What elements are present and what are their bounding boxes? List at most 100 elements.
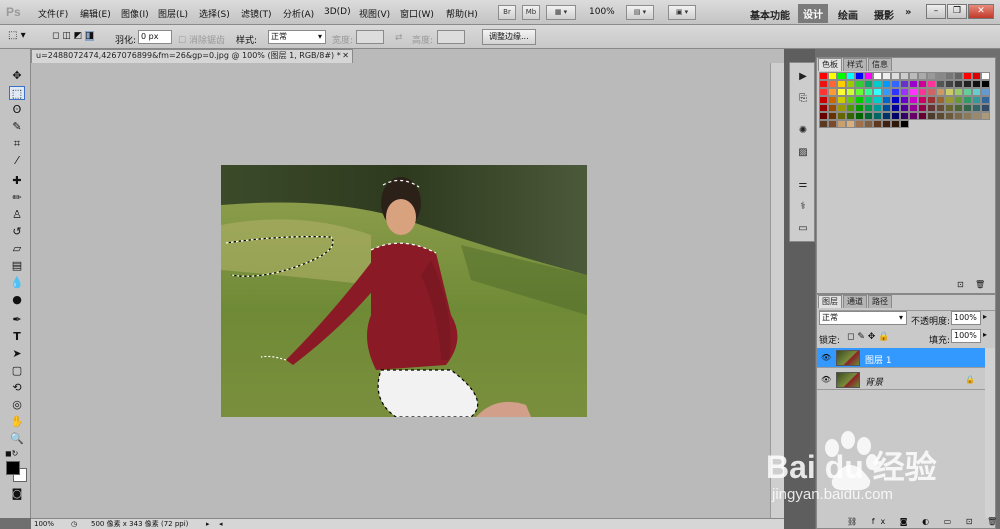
- swatch[interactable]: [855, 112, 864, 120]
- marquee-tool-preset-icon[interactable]: ⬚ ▾: [8, 30, 26, 41]
- swatch[interactable]: [837, 80, 846, 88]
- swatch[interactable]: [918, 88, 927, 96]
- scroll-left-icon[interactable]: ◂: [219, 519, 223, 529]
- tab-layers[interactable]: 图层: [818, 295, 842, 308]
- zoom-icon[interactable]: 🔍: [9, 432, 25, 446]
- visibility-eye-icon[interactable]: 👁: [821, 353, 831, 362]
- swatch[interactable]: [909, 80, 918, 88]
- swatch[interactable]: [900, 120, 909, 128]
- swatch[interactable]: [963, 96, 972, 104]
- swatch[interactable]: [891, 88, 900, 96]
- swatch[interactable]: [846, 112, 855, 120]
- history-brush-icon[interactable]: ↺: [9, 225, 25, 239]
- swatch[interactable]: [819, 80, 828, 88]
- swatch[interactable]: [891, 120, 900, 128]
- tab-swatches[interactable]: 色板: [818, 58, 842, 71]
- menu-help[interactable]: 帮助(H): [446, 7, 478, 20]
- swatch[interactable]: [819, 72, 828, 80]
- swatch[interactable]: [864, 88, 873, 96]
- swatch[interactable]: [864, 112, 873, 120]
- workspace-painting[interactable]: 绘画: [838, 7, 858, 22]
- swatch[interactable]: [891, 80, 900, 88]
- quick-mask-icon[interactable]: ◙: [9, 487, 25, 501]
- clone-source-icon[interactable]: ⚕: [795, 201, 811, 215]
- swatch[interactable]: [864, 104, 873, 112]
- restore-button[interactable]: ❐: [947, 4, 967, 19]
- swatch[interactable]: [927, 96, 936, 104]
- swatch[interactable]: [828, 104, 837, 112]
- path-selection-icon[interactable]: ➤: [9, 347, 25, 361]
- refine-edge-button[interactable]: 调整边缘...: [482, 29, 536, 45]
- swatch[interactable]: [855, 80, 864, 88]
- swatch[interactable]: [828, 120, 837, 128]
- swatch[interactable]: [837, 104, 846, 112]
- swatch[interactable]: [873, 112, 882, 120]
- type-icon[interactable]: T: [9, 330, 25, 344]
- bridge-button[interactable]: Br: [498, 5, 516, 20]
- swatch[interactable]: [972, 112, 981, 120]
- swatch[interactable]: [855, 104, 864, 112]
- swatch[interactable]: [981, 112, 990, 120]
- swatch[interactable]: [846, 72, 855, 80]
- swatch[interactable]: [972, 96, 981, 104]
- swatch[interactable]: [945, 72, 954, 80]
- swatch[interactable]: [900, 80, 909, 88]
- workspace-design[interactable]: 设计: [798, 4, 828, 23]
- layer-row-layer1[interactable]: 👁 图层 1: [817, 348, 985, 368]
- swatch[interactable]: [918, 104, 927, 112]
- swatch[interactable]: [954, 72, 963, 80]
- foreground-color-swatch[interactable]: [6, 461, 20, 475]
- swatch[interactable]: [981, 104, 990, 112]
- swatch[interactable]: [882, 120, 891, 128]
- swatch[interactable]: [945, 88, 954, 96]
- swatch[interactable]: [828, 96, 837, 104]
- swatch-grid[interactable]: [819, 72, 993, 136]
- swatch[interactable]: [909, 88, 918, 96]
- move-tool-icon[interactable]: ✥: [9, 69, 25, 83]
- swatch[interactable]: [873, 104, 882, 112]
- swatch[interactable]: [981, 88, 990, 96]
- swatch[interactable]: [963, 72, 972, 80]
- swatch[interactable]: [927, 72, 936, 80]
- status-menu-icon[interactable]: ◷: [71, 519, 77, 529]
- swatch[interactable]: [855, 120, 864, 128]
- swatch[interactable]: [918, 96, 927, 104]
- animation-panel-icon[interactable]: ▶: [795, 71, 811, 85]
- opacity-input[interactable]: 100%: [951, 311, 981, 325]
- swatch[interactable]: [927, 104, 936, 112]
- swatch[interactable]: [846, 120, 855, 128]
- swatch[interactable]: [846, 96, 855, 104]
- swatch[interactable]: [963, 88, 972, 96]
- swatch[interactable]: [900, 96, 909, 104]
- selection-mode-icons[interactable]: ◻ ◫ ◩ ◨: [52, 31, 94, 41]
- eraser-icon[interactable]: ▱: [9, 242, 25, 256]
- swatch[interactable]: [954, 96, 963, 104]
- swatch[interactable]: [963, 112, 972, 120]
- swatch[interactable]: [882, 80, 891, 88]
- swatch[interactable]: [954, 80, 963, 88]
- fill-input[interactable]: 100%: [951, 329, 981, 343]
- crop-icon[interactable]: ⌗: [9, 137, 25, 151]
- swatch[interactable]: [891, 104, 900, 112]
- minimize-button[interactable]: –: [926, 4, 946, 19]
- navigator-panel-icon[interactable]: ▨: [795, 147, 811, 161]
- lock-icons[interactable]: ◻ ✎ ✥ 🔒: [847, 332, 889, 342]
- gradient-icon[interactable]: ▤: [9, 259, 25, 273]
- menu-analysis[interactable]: 分析(A): [283, 7, 314, 20]
- new-swatch-icon[interactable]: ⊡: [957, 280, 964, 289]
- fill-arrow-icon[interactable]: ▸: [983, 330, 987, 339]
- swatch[interactable]: [936, 80, 945, 88]
- shape-icon[interactable]: ▢: [9, 364, 25, 378]
- swatch[interactable]: [855, 72, 864, 80]
- swatch[interactable]: [882, 72, 891, 80]
- delete-swatch-icon[interactable]: 🗑: [975, 280, 985, 289]
- swatch[interactable]: [873, 80, 882, 88]
- swatch[interactable]: [954, 112, 963, 120]
- swatch[interactable]: [819, 104, 828, 112]
- swatch[interactable]: [891, 112, 900, 120]
- swatch[interactable]: [945, 104, 954, 112]
- status-arrow-icon[interactable]: ▸: [206, 519, 210, 529]
- swatch[interactable]: [918, 80, 927, 88]
- quick-selection-icon[interactable]: ✎: [9, 120, 25, 134]
- swatch[interactable]: [945, 96, 954, 104]
